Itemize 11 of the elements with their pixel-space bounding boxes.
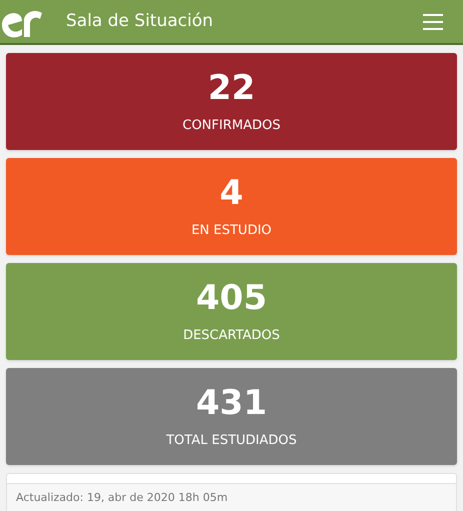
app-title: Sala de Situación (66, 10, 214, 33)
updated-text: Actualizado: 19, abr de 2020 18h 05m (16, 490, 228, 506)
stat-value: 405 (196, 278, 267, 318)
stat-value: 22 (208, 68, 256, 108)
stat-value: 431 (196, 382, 267, 423)
stat-label: CONFIRMADOS (182, 116, 280, 135)
stat-label: DESCARTADOS (183, 326, 280, 345)
menu-icon[interactable] (423, 14, 443, 30)
stat-label: EN ESTUDIO (191, 222, 272, 240)
stat-value: 4 (220, 172, 244, 213)
stat-label: TOTAL ESTUDIADOS (166, 432, 297, 450)
